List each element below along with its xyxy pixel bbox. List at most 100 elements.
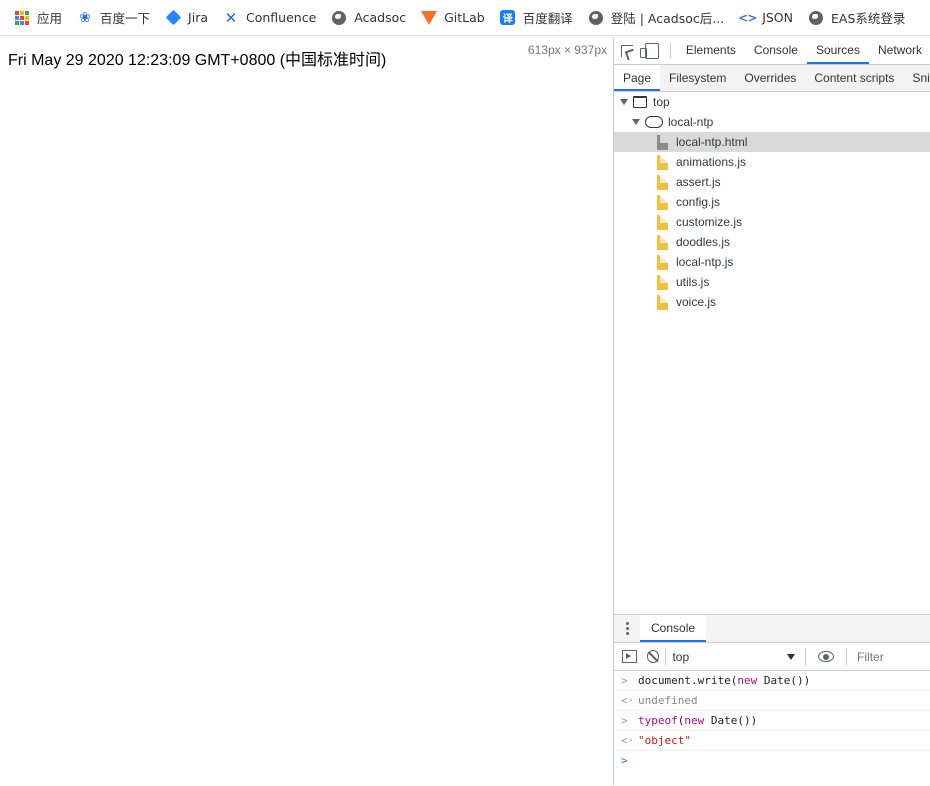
tree-label: animations.js — [676, 155, 747, 169]
tree-file[interactable]: animations.js — [614, 152, 930, 172]
bookmark-json[interactable]: <> JSON — [738, 6, 793, 30]
tree-label: utils.js — [676, 275, 710, 289]
bookmark-baidu-fanyi[interactable]: 译 百度翻译 — [500, 6, 573, 30]
tab-console[interactable]: Console — [745, 37, 807, 64]
chevron-down-icon — [787, 653, 796, 660]
result-arrow-icon: <· — [621, 694, 635, 707]
script-file-icon — [657, 254, 668, 270]
viewport-dimensions: 613px × 937px — [527, 43, 607, 57]
console-toolbar: top — [614, 643, 930, 671]
console-result-line: <· "object" — [614, 731, 930, 751]
tree-file[interactable]: local-ntp.html — [614, 132, 930, 152]
console-result: "object" — [638, 734, 691, 747]
globe-icon — [808, 10, 824, 26]
tree-file[interactable]: voice.js — [614, 292, 930, 312]
tree-origin-local-ntp[interactable]: local-ntp — [614, 112, 930, 132]
inspect-element-button[interactable] — [614, 37, 639, 64]
document-file-icon — [657, 134, 668, 150]
gitlab-icon — [421, 10, 438, 26]
bookmark-label: Jira — [188, 10, 208, 25]
tree-file[interactable]: customize.js — [614, 212, 930, 232]
live-expression-eye-icon[interactable] — [818, 651, 835, 662]
bookmark-label: Confluence — [246, 10, 317, 25]
script-file-icon — [657, 274, 668, 290]
globe-icon — [331, 10, 347, 26]
nav-tab-snippets[interactable]: Snippets — [903, 65, 930, 91]
console-result: undefined — [638, 694, 698, 707]
script-file-icon — [657, 294, 668, 310]
input-prompt-icon: > — [621, 674, 628, 687]
device-icon — [639, 42, 659, 59]
tree-file[interactable]: assert.js — [614, 172, 930, 192]
devtools-panel: Elements Console Sources Network Page Fi… — [613, 37, 930, 786]
expand-triangle-icon[interactable] — [632, 119, 640, 125]
nav-tab-overrides[interactable]: Overrides — [735, 65, 805, 91]
bookmark-baidu[interactable]: ❀ 百度一下 — [77, 6, 150, 30]
bookmark-label: EAS系统登录 — [831, 11, 906, 26]
prompt-caret-icon: > — [621, 754, 628, 767]
script-file-icon — [657, 154, 668, 170]
bookmark-jira[interactable]: Jira — [165, 6, 208, 30]
console-drawer: Console top > document.write(new Date())… — [614, 614, 930, 786]
tree-label: config.js — [676, 195, 721, 209]
nav-tab-page[interactable]: Page — [614, 65, 661, 91]
page-viewport: Fri May 29 2020 12:23:09 GMT+0800 (中国标准时… — [0, 37, 613, 785]
bookmark-acadsoc-admin[interactable]: 登陆 | Acadsoc后... — [588, 6, 724, 30]
tree-label: top — [653, 95, 670, 109]
bookmark-label: 百度一下 — [100, 11, 151, 26]
expand-triangle-icon[interactable] — [620, 99, 628, 105]
file-tree: top local-ntp local-ntp.html animations.… — [614, 92, 930, 312]
bookmarks-bar: 应用 ❀ 百度一下 Jira ✕ Confluence Acadsoc GitL… — [0, 0, 930, 36]
tab-elements[interactable]: Elements — [677, 37, 745, 64]
json-icon: <> — [738, 10, 757, 25]
toolbar-divider — [846, 647, 848, 666]
console-input-line: > typeof(new Date()) — [614, 711, 930, 731]
context-value: top — [672, 649, 690, 664]
bookmark-label: 百度翻译 — [522, 11, 573, 26]
toolbar-divider — [670, 42, 671, 59]
tree-label: local-ntp — [668, 115, 714, 129]
drawer-tab-console[interactable]: Console — [640, 615, 707, 642]
result-arrow-icon: <· — [621, 734, 635, 747]
console-result-line: <· undefined — [614, 691, 930, 711]
bookmark-label: 应用 — [37, 11, 63, 26]
baidu-paw-icon: ❀ — [79, 9, 91, 26]
date-output: Fri May 29 2020 12:23:09 GMT+0800 (中国标准时… — [8, 52, 387, 69]
more-tools-icon[interactable] — [614, 622, 640, 635]
devtools-toolbar: Elements Console Sources Network — [614, 37, 930, 65]
tree-file[interactable]: doodles.js — [614, 232, 930, 252]
script-file-icon — [657, 214, 668, 230]
console-prompt[interactable]: > — [614, 751, 930, 770]
filter-input[interactable] — [853, 649, 930, 664]
confluence-icon: ✕ — [224, 8, 238, 27]
bookmark-acadsoc[interactable]: Acadsoc — [331, 6, 406, 30]
tree-label: doodles.js — [676, 235, 731, 249]
tab-sources[interactable]: Sources — [806, 37, 870, 64]
bookmark-label: JSON — [762, 10, 793, 25]
jira-icon — [165, 9, 181, 26]
tree-label: local-ntp.html — [676, 135, 748, 149]
tab-network[interactable]: Network — [869, 37, 930, 64]
tree-file[interactable]: local-ntp.js — [614, 252, 930, 272]
bookmark-apps[interactable]: 应用 — [14, 6, 62, 30]
tree-frame-top[interactable]: top — [614, 92, 930, 112]
bookmark-gitlab[interactable]: GitLab — [421, 6, 485, 30]
context-selector[interactable]: top — [672, 650, 799, 664]
input-prompt-icon: > — [621, 714, 628, 727]
clear-console-icon[interactable] — [646, 650, 660, 663]
script-file-icon — [657, 174, 668, 190]
nav-tab-content-scripts[interactable]: Content scripts — [805, 65, 903, 91]
inspect-icon — [620, 44, 633, 57]
device-toolbar-button[interactable] — [639, 37, 664, 64]
console-input-line: > document.write(new Date()) — [614, 671, 930, 691]
bookmark-eas[interactable]: EAS系统登录 — [808, 6, 905, 30]
show-console-sidebar-icon[interactable] — [622, 650, 637, 663]
bookmark-confluence[interactable]: ✕ Confluence — [223, 6, 317, 30]
tree-label: customize.js — [676, 215, 743, 229]
nav-tab-filesystem[interactable]: Filesystem — [660, 65, 735, 91]
tree-file[interactable]: utils.js — [614, 272, 930, 292]
tree-file[interactable]: config.js — [614, 192, 930, 212]
console-code: typeof(new Date()) — [638, 714, 758, 727]
script-file-icon — [657, 234, 668, 250]
drawer-tabs: Console — [614, 615, 930, 643]
